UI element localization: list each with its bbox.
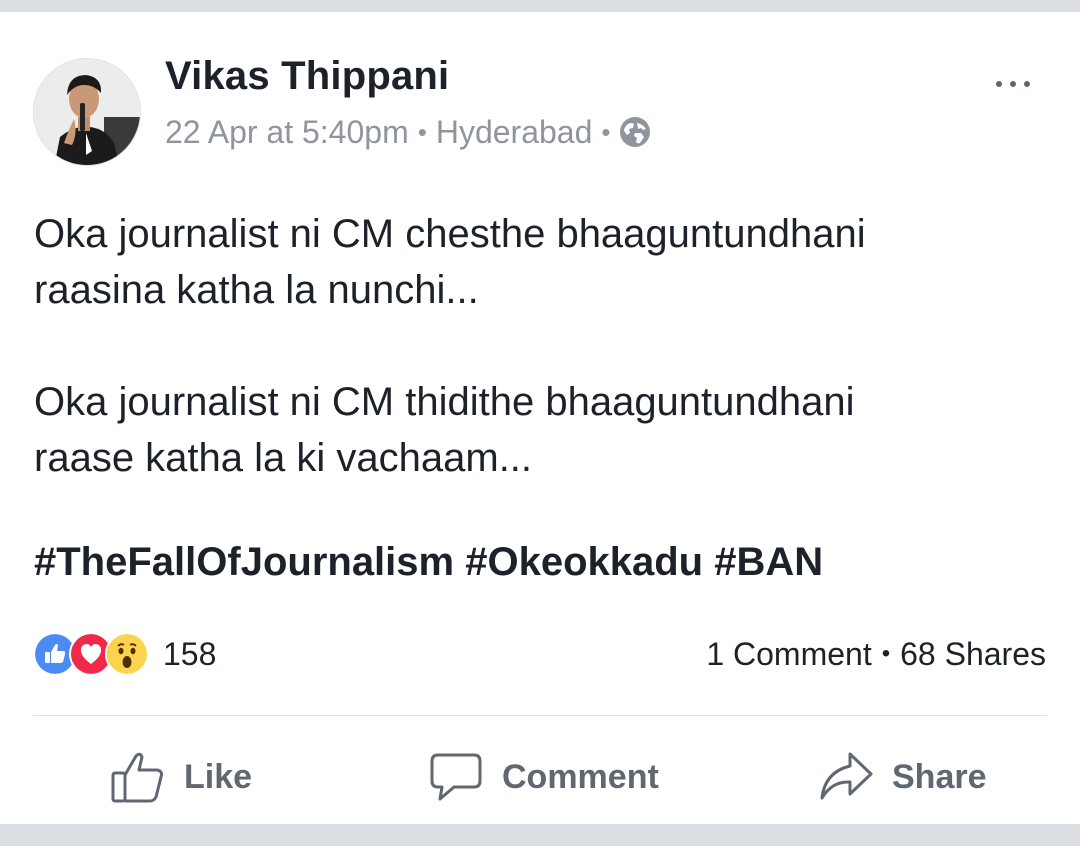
actions-divider <box>33 715 1047 716</box>
stats-separator: • <box>881 640 891 667</box>
post-timestamp[interactable]: 22 Apr at 5:40pm <box>165 114 409 151</box>
post-card: Vikas Thippani 22 Apr at 5:40pm • Hydera… <box>0 12 1080 824</box>
wow-reaction-icon <box>105 632 149 676</box>
reactions-summary[interactable]: 158 <box>33 630 216 678</box>
more-dot <box>1024 81 1030 87</box>
post-line: raase katha la ki vachaam... <box>34 436 533 480</box>
post-hashtags[interactable]: #TheFallOfJournalism #Okeokkadu #BAN <box>34 540 823 585</box>
comment-bubble-icon <box>430 753 482 801</box>
comment-button[interactable]: Comment <box>428 748 659 806</box>
more-options-button[interactable] <box>996 64 1030 104</box>
more-dot <box>1010 81 1016 87</box>
post-body: Oka journalist ni CM chesthe bhaaguntund… <box>34 206 1044 486</box>
author-name[interactable]: Vikas Thippani <box>165 54 449 99</box>
engagement-stats: 1 Comment • 68 Shares <box>706 630 1046 678</box>
comment-count-link[interactable]: 1 Comment <box>706 636 871 673</box>
author-avatar[interactable] <box>33 58 141 166</box>
post-meta: 22 Apr at 5:40pm • Hyderabad • <box>165 112 651 152</box>
avatar-photo <box>34 59 140 165</box>
like-label: Like <box>184 757 253 796</box>
share-button[interactable]: Share <box>818 748 987 806</box>
globe-icon[interactable] <box>619 116 651 148</box>
reaction-count: 158 <box>163 635 217 672</box>
meta-separator: • <box>417 116 427 147</box>
comment-label: Comment <box>502 757 659 796</box>
post-location[interactable]: Hyderabad <box>436 114 593 151</box>
share-label: Share <box>892 757 987 796</box>
thumbs-up-icon <box>111 752 163 803</box>
post-line: Oka journalist ni CM thidithe bhaaguntun… <box>34 380 855 424</box>
more-dot <box>996 81 1002 87</box>
post-line: Oka journalist ni CM chesthe bhaaguntund… <box>34 212 866 256</box>
like-button[interactable]: Like <box>110 748 252 806</box>
meta-separator: • <box>601 116 611 147</box>
post-line: raasina katha la nunchi... <box>34 268 479 312</box>
share-arrow-icon <box>820 752 873 800</box>
share-count-link[interactable]: 68 Shares <box>900 636 1046 673</box>
